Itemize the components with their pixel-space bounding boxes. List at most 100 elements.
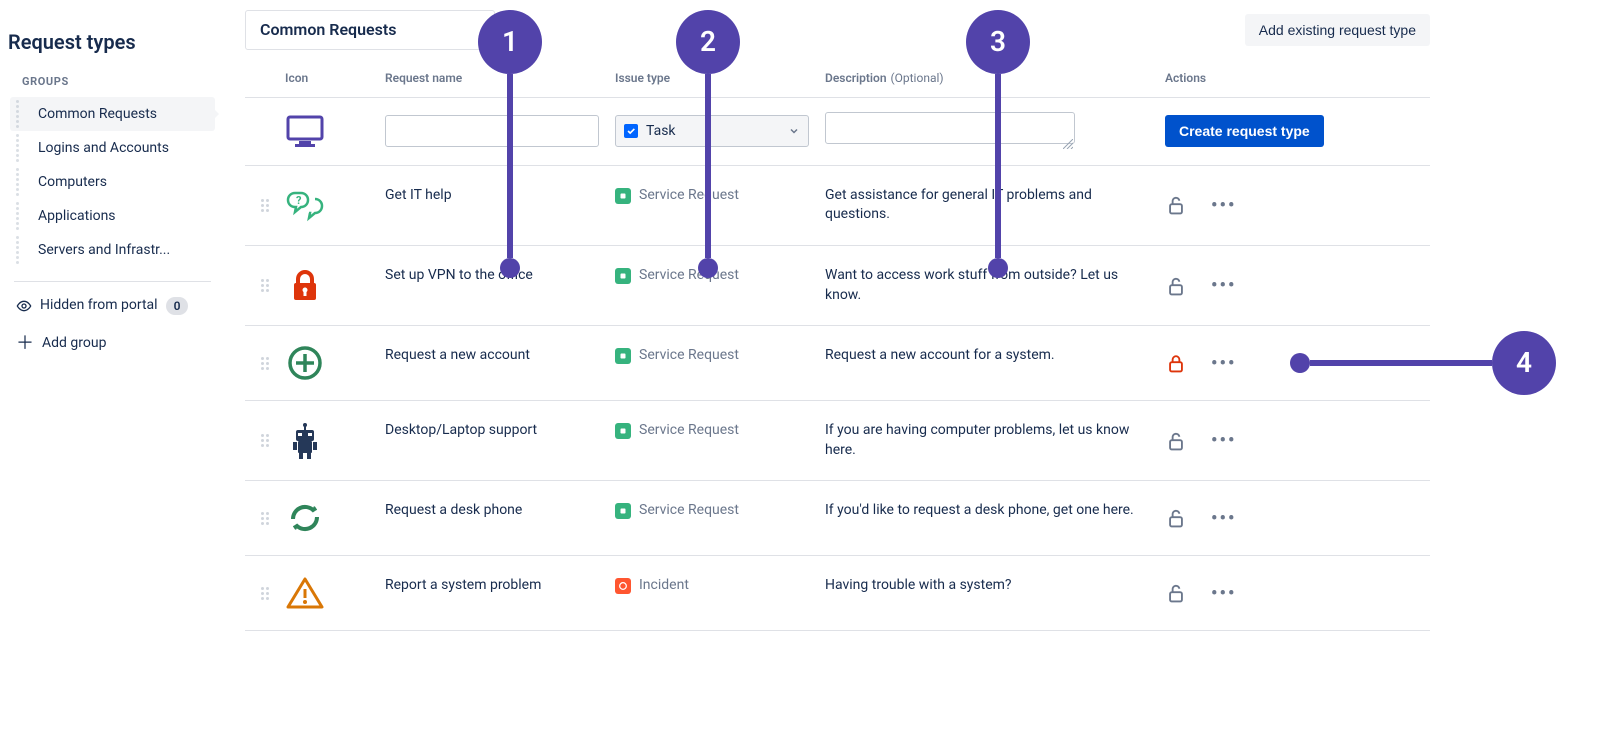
issue-type-label: Incident [639,576,689,596]
issue-type: Service Request [615,421,825,441]
more-actions-button[interactable]: ••• [1211,193,1236,218]
drag-handle-icon[interactable] [16,202,28,230]
request-type-icon [285,424,325,458]
drag-handle-icon[interactable] [261,279,269,292]
sidebar-item-label: Common Requests [38,105,157,125]
drag-handle-icon[interactable] [261,434,269,447]
issue-type: Service Request [615,266,825,286]
request-type-icon [285,269,325,303]
col-icon: Icon [285,70,385,87]
request-description: Having trouble with a system? [825,576,1165,596]
lock-icon[interactable] [1165,351,1187,375]
request-description: If you'd like to request a desk phone, g… [825,501,1165,521]
issue-type: Service Request [615,186,825,206]
sidebar-item-4[interactable]: Servers and Infrastr... [10,233,215,267]
eye-icon [16,298,32,314]
drag-handle-icon[interactable] [261,587,269,600]
table-row: Set up VPN to the office Service Request… [245,246,1430,326]
issue-type-badge-icon [615,423,631,439]
request-name[interactable]: Request a new account [385,346,615,366]
chevron-down-icon [788,125,800,137]
group-title-input[interactable]: Common Requests [245,10,495,50]
drag-handle-icon[interactable] [16,168,28,196]
request-name[interactable]: Get IT help [385,186,615,206]
sidebar-item-label: Computers [38,173,107,193]
drag-handle-icon[interactable] [261,357,269,370]
sidebar: Request types GROUPS Common Requests Logi… [0,0,225,756]
col-issue: Issue type [615,70,825,87]
request-type-icon: ? [285,188,325,222]
table-row: ? Get IT help Service Request Get assist… [245,166,1430,246]
table-header: Icon Request name Issue type Description… [245,60,1430,98]
request-name[interactable]: Desktop/Laptop support [385,421,615,441]
sidebar-item-label: Applications [38,207,116,227]
drag-handle-icon[interactable] [261,199,269,212]
request-description: Want to access work stuff from outside? … [825,266,1165,305]
issue-type-label: Service Request [639,186,739,206]
issue-type-badge-icon [615,268,631,284]
drag-handle-icon[interactable] [261,512,269,525]
col-desc: Description(Optional) [825,70,1165,87]
request-name-input[interactable] [385,115,599,147]
issue-type-label: Service Request [639,346,739,366]
monitor-icon[interactable] [285,114,325,148]
issue-type-label: Service Request [639,421,739,441]
issue-type-label: Service Request [639,501,739,521]
main-content: Common Requests Add existing request typ… [225,0,1600,756]
lock-icon[interactable] [1165,506,1187,530]
issue-type-badge-icon [615,503,631,519]
issue-type: Service Request [615,346,825,366]
more-actions-button[interactable]: ••• [1211,351,1236,376]
issue-type: Service Request [615,501,825,521]
request-name[interactable]: Request a desk phone [385,501,615,521]
lock-icon[interactable] [1165,274,1187,298]
request-description: If you are having computer problems, let… [825,421,1165,460]
request-type-icon [285,501,325,535]
add-group-button[interactable]: ＋ Add group [16,334,209,354]
lock-icon[interactable] [1165,581,1187,605]
add-existing-request-type-button[interactable]: Add existing request type [1245,14,1430,46]
hidden-from-portal[interactable]: Hidden from portal 0 [16,296,209,316]
issue-type-select[interactable]: Task [615,115,809,147]
group-list: Common Requests Logins and Accounts Comput… [10,97,215,267]
drag-handle-icon[interactable] [16,236,28,264]
request-description: Get assistance for general IT problems a… [825,186,1165,225]
issue-type-badge-icon [615,188,631,204]
hidden-label: Hidden from portal [40,296,158,316]
issue-type-selected: Task [646,122,676,142]
description-input[interactable] [825,112,1075,144]
groups-heading: GROUPS [22,74,215,89]
issue-type-badge-icon [615,578,631,594]
more-actions-button[interactable]: ••• [1211,506,1236,531]
more-actions-button[interactable]: ••• [1211,273,1236,298]
request-name[interactable]: Report a system problem [385,576,615,596]
svg-text:?: ? [296,194,302,207]
issue-type-badge-icon [615,348,631,364]
task-check-icon [624,124,638,138]
create-request-type-button[interactable]: Create request type [1165,115,1324,147]
drag-handle-icon[interactable] [16,100,28,128]
divider [14,281,211,282]
page-title: Request types [8,28,215,56]
lock-icon[interactable] [1165,193,1187,217]
table-row: Request a desk phone Service Request If … [245,481,1430,556]
add-group-label: Add group [42,334,106,354]
request-name[interactable]: Set up VPN to the office [385,266,615,286]
more-actions-button[interactable]: ••• [1211,581,1236,606]
request-type-icon [285,576,325,610]
request-description: Request a new account for a system. [825,346,1165,366]
table-row: Desktop/Laptop support Service Request I… [245,401,1430,481]
sidebar-item-3[interactable]: Applications [10,199,215,233]
sidebar-item-2[interactable]: Computers [10,165,215,199]
create-request-row: Task Create r [245,98,1430,166]
lock-icon[interactable] [1165,429,1187,453]
issue-type-label: Service Request [639,266,739,286]
table-row: Request a new account Service Request Re… [245,326,1430,401]
sidebar-item-0[interactable]: Common Requests [10,97,215,131]
col-actions: Actions [1165,70,1355,87]
sidebar-item-1[interactable]: Logins and Accounts [10,131,215,165]
drag-handle-icon[interactable] [16,134,28,162]
more-actions-button[interactable]: ••• [1211,428,1236,453]
sidebar-item-label: Logins and Accounts [38,139,169,159]
sidebar-item-label: Servers and Infrastr... [38,241,170,261]
